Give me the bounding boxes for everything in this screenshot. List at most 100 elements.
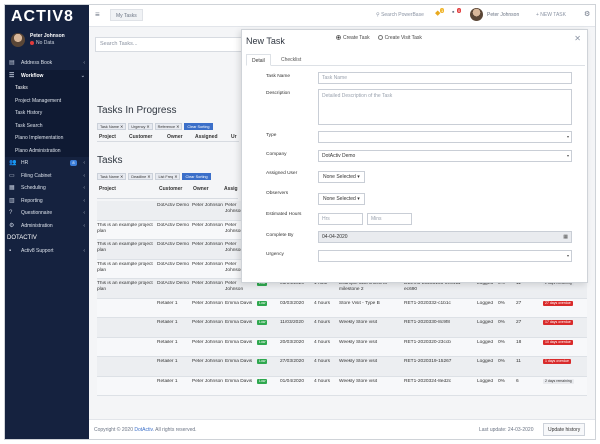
folder-icon: ▭: [9, 172, 15, 179]
sidebar-sub-task-search[interactable]: Task Search: [5, 119, 89, 132]
company-select[interactable]: DotActiv Demo ▾: [318, 150, 572, 162]
notifications-button[interactable]: ◆ 1: [435, 8, 445, 17]
sort-chip[interactable]: List Freq ✕: [155, 173, 181, 180]
cell-customer: DotActiv Demo: [157, 242, 189, 247]
deadline-badge: 1 days overdue: [543, 359, 571, 364]
cell-date: 01/04/2020: [280, 378, 305, 384]
task-name-input[interactable]: Task Name: [318, 72, 572, 84]
complete-by-input[interactable]: 04-04-2020 ▦: [318, 231, 572, 243]
menu-icon[interactable]: ≡: [95, 10, 100, 19]
cell-status: Logged: [477, 320, 494, 325]
app-window: ACTIV8 Peter Johnson No Data ▤ Address B…: [4, 4, 596, 440]
task-type-radios: Create Task Create Visit Task: [336, 35, 422, 41]
chevron-left-icon: ‹: [83, 172, 85, 179]
settings-icon[interactable]: ⚙: [584, 10, 590, 18]
alerts-button[interactable]: ▪ 0: [452, 8, 462, 16]
cell-assigned: Emma Davis: [225, 359, 253, 364]
chart-icon: ▥: [9, 197, 15, 204]
copyright-text: Copyright © 2020 DotActiv. All rights re…: [94, 427, 197, 433]
last-update-text: Last update: 24-03-2020: [479, 427, 534, 433]
observers-select[interactable]: None Selected ▾: [318, 193, 365, 205]
create-task-radio[interactable]: Create Task: [336, 35, 370, 41]
sidebar-item-administration[interactable]: ⚙ Administration ‹: [5, 220, 89, 233]
cell-owner: Peter Johnson: [192, 242, 223, 247]
clear-sorting-button[interactable]: Clear Sorting: [184, 123, 213, 130]
sidebar-item-questionnaire[interactable]: ? Questionnaire ‹: [5, 207, 89, 220]
column-header[interactable]: Assigned: [193, 132, 229, 141]
support-icon: ▪: [9, 248, 12, 254]
sidebar-item-label: Workflow: [21, 72, 44, 79]
cell-customer: Retailer 1: [157, 378, 178, 384]
sidebar-sub-project-management[interactable]: Project Management: [5, 94, 89, 107]
cell-project: This is an example project plan: [97, 281, 153, 292]
clear-sorting-button[interactable]: Clear Sorting: [182, 173, 211, 180]
panel-tabs: Detail Checklist: [246, 54, 585, 66]
sidebar-sub-tasks[interactable]: Tasks: [5, 82, 89, 95]
cell-status: Logged: [477, 359, 494, 364]
user-status: No Data: [30, 40, 54, 46]
cell-num: 11: [516, 359, 521, 364]
table-row[interactable]: Retailer 1 Peter Johnson Emma Davis Low 01/0…: [97, 376, 587, 396]
cell-owner: Peter Johnson: [192, 378, 223, 384]
sort-chip[interactable]: Task Name ✕: [97, 173, 127, 180]
sidebar-item-reporting[interactable]: ▥ Reporting ‹: [5, 195, 89, 208]
column-header[interactable]: Project: [97, 183, 157, 198]
column-header[interactable]: Assig: [222, 183, 238, 198]
cell-remain: 27 days overdue: [543, 300, 583, 307]
sort-chip[interactable]: Deadline ✕: [128, 173, 154, 180]
column-header[interactable]: Owner: [165, 132, 193, 141]
avatar[interactable]: [470, 8, 483, 21]
sidebar-item-hr[interactable]: 👥 HR 8 ‹: [5, 157, 89, 170]
sidebar-sub-task-history[interactable]: Task History: [5, 107, 89, 120]
top-bar: ≡ My Tasks ⚲ Search PowerBase ◆ 1 ▪ 0 Pete…: [89, 5, 595, 27]
search-tasks-input[interactable]: Search Tasks...: [95, 37, 245, 52]
tab-detail[interactable]: Detail: [246, 54, 271, 66]
cell-assigned: Emma Davis: [225, 300, 253, 306]
sort-chip[interactable]: Urgency ✕: [128, 123, 153, 130]
sidebar-item-workflow[interactable]: ☰ Workflow ⌄: [5, 69, 89, 82]
sidebar-sub-plano-administration[interactable]: Plano Administration: [5, 144, 89, 157]
status-dot: [30, 40, 34, 45]
update-history-button[interactable]: Update history: [543, 423, 586, 436]
sort-chip[interactable]: Task Name ✕: [97, 123, 127, 130]
copyright-suffix: All rights reserved.: [155, 427, 197, 433]
assigned-user-label: Assigned User: [266, 171, 298, 176]
table-row[interactable]: Retailer 1 Peter Johnson Emma Davis Low 27/0…: [97, 357, 587, 377]
minutes-input[interactable]: Mins: [367, 213, 412, 225]
column-header[interactable]: Customer: [157, 183, 191, 198]
search-powerbase-link[interactable]: ⚲ Search PowerBase: [376, 12, 424, 18]
sidebar-item-filing-cabinet[interactable]: ▭ Filing Cabinet ‹: [5, 170, 89, 183]
sort-chip[interactable]: Reference ✕: [154, 123, 183, 130]
urgency-select[interactable]: ▾: [318, 250, 572, 262]
create-visit-task-radio[interactable]: Create Visit Task: [377, 35, 422, 41]
topbar-user-name[interactable]: Peter Johnson: [487, 12, 519, 18]
cell-num: 18: [516, 339, 522, 345]
user-status-text: No Data: [36, 40, 55, 46]
hours-input[interactable]: Hrs: [318, 213, 363, 225]
column-header[interactable]: Owner: [191, 183, 222, 198]
sidebar-item-label: Activ8 Support: [21, 248, 54, 254]
column-header[interactable]: Customer: [127, 132, 165, 141]
cell-owner: Peter Johnson: [192, 320, 223, 325]
tab-checklist[interactable]: Checklist: [276, 54, 306, 66]
table-row[interactable]: Retailer 1 Peter Johnson Emma Davis Low 03/0…: [97, 298, 587, 318]
user-profile[interactable]: Peter Johnson No Data: [9, 31, 85, 53]
close-icon[interactable]: ✕: [574, 34, 581, 43]
app-logo[interactable]: ACTIV8: [11, 8, 74, 26]
tab-my-tasks[interactable]: My Tasks: [110, 9, 143, 21]
column-header[interactable]: Project: [97, 132, 127, 141]
type-select[interactable]: ▾: [318, 131, 572, 143]
cell-customer: Retailer 1: [157, 300, 178, 306]
column-header[interactable]: Ur: [229, 132, 239, 141]
sidebar-item-activ8-support[interactable]: ▪ Activ8 Support ‹: [5, 245, 89, 258]
sidebar-sub-plano-implementation[interactable]: Plano Implementation: [5, 132, 89, 145]
assigned-user-select[interactable]: None Selected ▾: [318, 171, 365, 183]
description-textarea[interactable]: Detailed Description of the Task: [318, 89, 572, 125]
table-row[interactable]: Retailer 1 Peter Johnson Emma Davis Low 20/0…: [97, 337, 587, 357]
sidebar-item-scheduling[interactable]: ▦ Scheduling ‹: [5, 182, 89, 195]
sidebar-item-address-book[interactable]: ▤ Address Book ‹: [5, 57, 89, 70]
table-row[interactable]: Retailer 1 Peter Johnson Emma Davis Low 11/0…: [97, 318, 587, 338]
new-task-button[interactable]: + NEW TASK: [536, 12, 566, 18]
assigned-user-value: None Selected: [323, 174, 356, 180]
dotactiv-link[interactable]: DotActiv.: [134, 427, 154, 433]
